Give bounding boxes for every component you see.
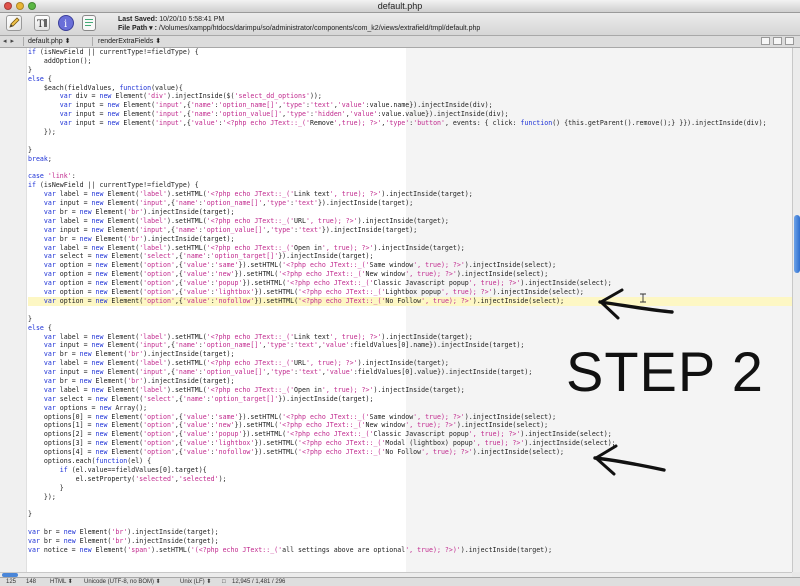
code-line[interactable]: var option = new Element('option',{'valu… [28,261,792,270]
code-line[interactable]: } [28,510,792,519]
window-titlebar: default.php [0,0,800,13]
split-view-button[interactable] [761,37,770,45]
navbar-right-controls [761,37,794,45]
code-line[interactable]: el.setProperty('selected','selected'); [28,475,792,484]
code-text[interactable]: if (isNewField || currentType!=fieldType… [28,48,792,555]
code-line[interactable]: options[2] = new Element('option',{'valu… [28,430,792,439]
code-line[interactable]: var option = new Element('option',{'valu… [28,279,792,288]
code-line[interactable]: options[0] = new Element('option',{'valu… [28,413,792,422]
code-line[interactable]: var label = new Element('label').setHTML… [28,190,792,199]
code-line[interactable]: options[1] = new Element('option',{'valu… [28,421,792,430]
vertical-scroll-thumb[interactable] [794,215,800,273]
code-line[interactable]: var br = new Element('br').injectInside(… [28,528,792,537]
pencil-icon[interactable] [6,15,22,31]
code-line[interactable]: $each(fieldValues, function(value){ [28,84,792,93]
info-icon[interactable]: i [58,15,74,31]
last-saved-label: Last Saved: [118,16,158,23]
svg-text:i: i [64,19,67,30]
last-saved-value: 10/20/10 5:58:41 PM [159,16,225,23]
code-line[interactable]: var option = new Element('option',{'valu… [28,270,792,279]
code-line[interactable]: ​ [28,519,792,528]
code-line[interactable]: var notice = new Element('span').setHTML… [28,546,792,555]
back-forward-buttons[interactable]: ◂ ▸ [3,36,15,47]
counterpart-button[interactable] [773,37,782,45]
code-line[interactable]: case 'link': [28,172,792,181]
code-line[interactable]: var br = new Element('br').injectInside(… [28,235,792,244]
code-line[interactable]: var input = new Element('input',{'name':… [28,199,792,208]
code-line[interactable]: var div = new Element('div').injectInsid… [28,92,792,101]
file-path-value: /Volumes/xampp/htdocs/darimpu/so/adminis… [158,25,481,32]
file-icon [82,15,96,31]
file-info: Last Saved: 10/20/10 5:58:41 PM File Pat… [118,15,480,33]
code-line[interactable]: options.each(function(el) { [28,457,792,466]
navigation-bar: ◂ ▸ default.php ⬍ renderExtraFields ⬍ [0,36,800,48]
code-line[interactable]: var label = new Element('label').setHTML… [28,217,792,226]
code-line[interactable]: ​ [28,164,792,173]
divider [92,37,93,46]
code-line[interactable]: addOption(); [28,57,792,66]
step-annotation-label: STEP 2 [566,340,764,403]
code-line[interactable]: else { [28,324,792,333]
code-line[interactable]: }); [28,128,792,137]
code-line[interactable]: var input = new Element('input',{'name':… [28,226,792,235]
code-line[interactable]: var input = new Element('input',{'name':… [28,110,792,119]
code-line[interactable]: var label = new Element('label').setHTML… [28,244,792,253]
code-line[interactable]: var br = new Element('br').injectInside(… [28,537,792,546]
code-line[interactable]: if (el.value==fieldValues[0].target){ [28,466,792,475]
code-line[interactable]: ​ [28,501,792,510]
code-line[interactable]: if (isNewField || currentType!=fieldType… [28,48,792,57]
code-line[interactable]: var select = new Element('select',{'name… [28,252,792,261]
vertical-scrollbar[interactable] [792,48,800,572]
toolbar: T i Last Saved: 10/20/10 5:58:41 PM File… [0,13,800,36]
code-line[interactable]: var br = new Element('br').injectInside(… [28,208,792,217]
code-line[interactable]: } [28,146,792,155]
code-line[interactable]: break; [28,155,792,164]
text-options-icon[interactable]: T [34,15,50,31]
code-line[interactable]: } [28,315,792,324]
code-line[interactable]: options[3] = new Element('option',{'valu… [28,439,792,448]
svg-text:T: T [37,19,44,30]
function-popup-menu[interactable]: renderExtraFields ⬍ [98,36,161,47]
code-line[interactable]: var options = new Array(); [28,404,792,413]
code-line-current[interactable]: var option = new Element('option',{'valu… [28,296,792,306]
code-line[interactable]: }); [28,493,792,502]
code-line[interactable]: } [28,66,792,75]
code-line[interactable]: var input = new Element('input',{'value'… [28,119,792,128]
close-document-button[interactable] [785,37,794,45]
code-line[interactable]: var input = new Element('input',{'name':… [28,101,792,110]
line-gutter[interactable] [0,48,27,572]
code-line[interactable]: ​ [28,137,792,146]
code-line[interactable]: options[4] = new Element('option',{'valu… [28,448,792,457]
divider [23,37,24,46]
code-line[interactable]: var option = new Element('option',{'valu… [28,288,792,297]
code-editor[interactable]: if (isNewField || currentType!=fieldType… [0,48,792,572]
code-line[interactable]: else { [28,75,792,84]
file-path-label[interactable]: File Path ▾ : [118,25,157,32]
code-line[interactable]: ​ [28,306,792,315]
code-line[interactable]: if (isNewField || currentType!=fieldType… [28,181,792,190]
file-popup-menu[interactable]: default.php ⬍ [28,36,70,47]
window-title: default.php [377,1,423,11]
code-line[interactable]: } [28,484,792,493]
